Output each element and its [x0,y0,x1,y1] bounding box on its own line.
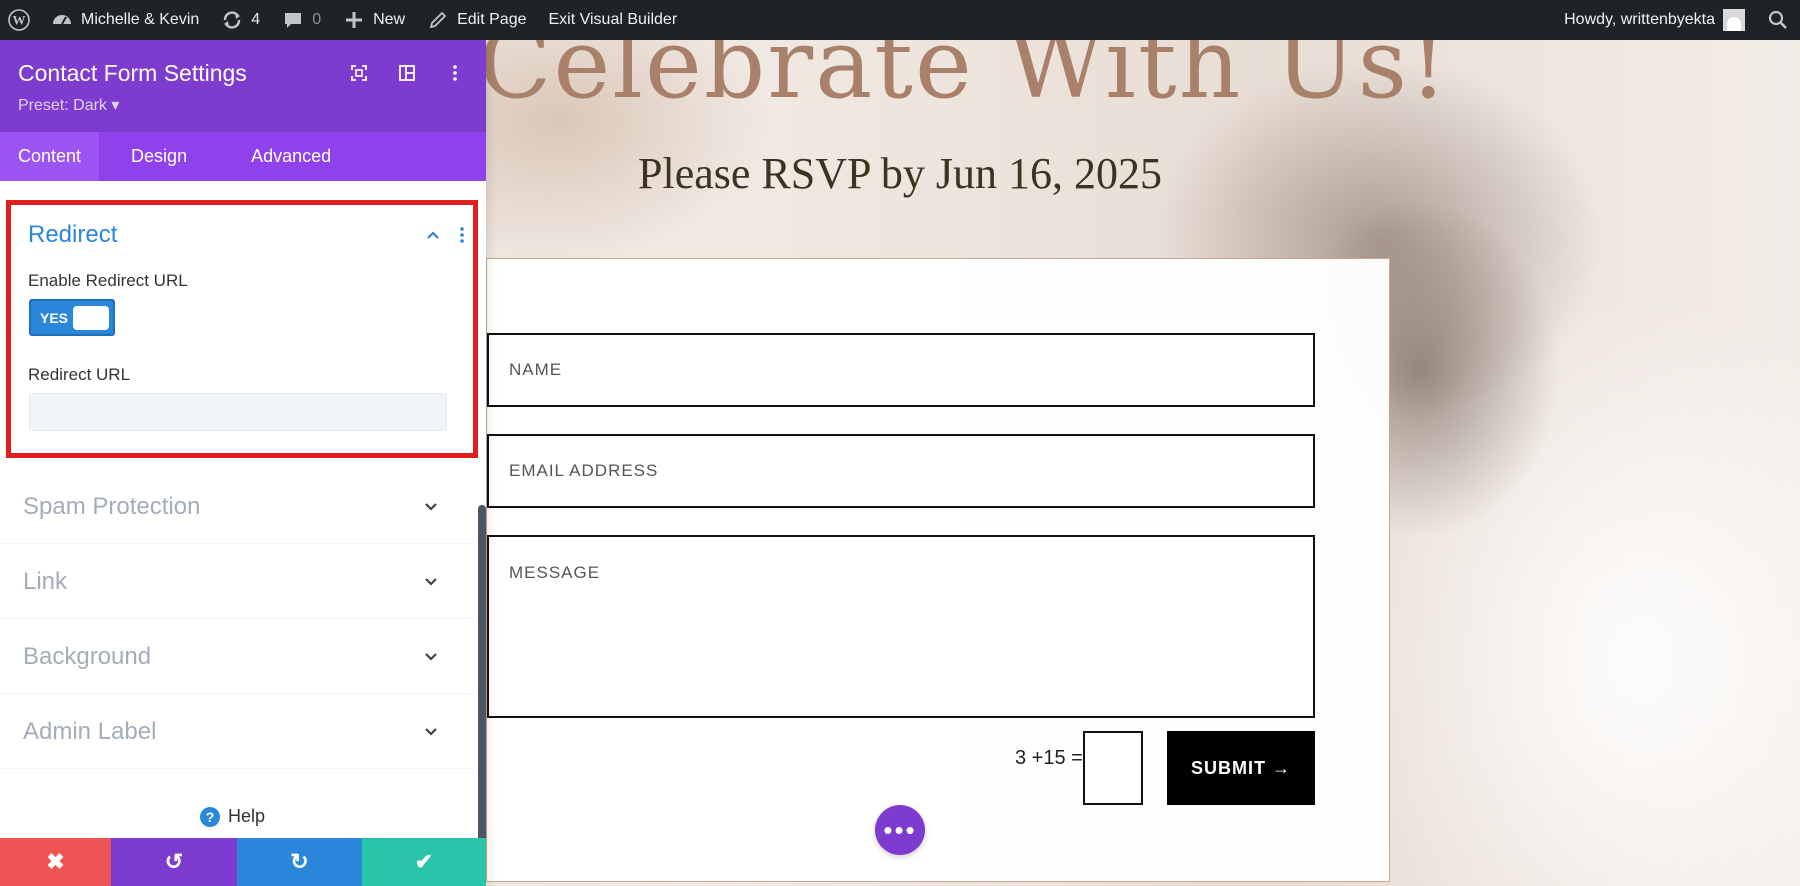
redo-button[interactable]: ↻ [237,838,362,886]
name-field[interactable]: NAME [487,333,1315,407]
new-label: New [373,11,406,28]
tab-advanced[interactable]: Advanced [219,132,363,181]
tab-design[interactable]: Design [99,132,219,181]
updates-count: 4 [251,11,261,28]
cancel-button[interactable]: ✖ [0,838,111,886]
captcha-question: 3 +15 = [1015,747,1083,769]
exit-visual-builder-link[interactable]: Exit Visual Builder [538,0,689,40]
email-placeholder: EMAIL ADDRESS [509,461,659,480]
avatar [1723,9,1745,31]
redirect-section-title[interactable]: Redirect [28,221,117,249]
panel-scrollbar[interactable] [478,505,486,845]
section-background[interactable]: Background [0,619,474,694]
dashboard-icon [53,15,71,25]
help-icon: ? [200,806,220,827]
updates-link[interactable]: 4 [210,0,271,40]
site-name-link[interactable]: Michelle & Kevin [40,0,210,40]
panel-footer: ✖ ↺ ↻ ✔ [0,838,486,886]
admin-bar: W Michelle & Kevin 4 0 New Edit Page Exi… [0,0,1800,40]
name-placeholder: NAME [509,360,563,379]
kebab-icon[interactable] [459,225,465,245]
section-spam-protection[interactable]: Spam Protection [0,469,474,544]
help-link[interactable]: ? Help [200,806,265,827]
comments-link[interactable]: 0 [271,0,332,40]
panel-header: Contact Form Settings Preset: Dark ▾ [0,40,486,132]
wordpress-icon: W [8,9,30,31]
new-content-link[interactable]: New [332,0,416,40]
search-icon [1768,10,1787,29]
exit-label: Exit Visual Builder [548,11,678,28]
enable-redirect-label: Enable Redirect URL [28,271,188,290]
save-button[interactable]: ✔ [362,838,486,886]
kebab-icon[interactable] [446,64,464,82]
tab-content[interactable]: Content [0,132,100,181]
edit-page-label: Edit Page [457,11,527,28]
email-field[interactable]: EMAIL ADDRESS [487,434,1315,508]
submit-button[interactable]: SUBMIT → [1167,731,1315,805]
chevron-down-icon [425,578,437,586]
message-placeholder: MESSAGE [509,563,601,582]
svg-text:W: W [13,13,26,28]
panel-tabs: Content Design Advanced [0,132,486,181]
comments-icon [285,13,302,28]
help-label: Help [228,806,266,826]
plus-icon [346,12,363,28]
redirect-url-input[interactable] [29,393,447,431]
settings-panel: Contact Form Settings Preset: Dark ▾ Con… [0,40,486,886]
site-name: Michelle & Kevin [81,11,200,28]
message-field[interactable]: MESSAGE [487,535,1315,718]
search-button[interactable] [1756,0,1800,40]
section-link[interactable]: Link [0,544,474,619]
toggle-value: YES [40,310,69,326]
pencil-icon [429,11,447,29]
preset-dropdown[interactable]: Preset: Dark ▾ [18,95,119,115]
updates-icon [224,11,241,29]
account-menu[interactable]: Howdy, writtenbyekta [1553,0,1756,40]
section-label: Spam Protection [23,493,201,520]
redirect-section: Redirect Enable Redirect URL YES Redirec… [6,200,478,458]
section-label: Link [23,568,68,595]
rsvp-text: Please RSVP by Jun 16, 2025 [638,149,1162,198]
columns-icon[interactable] [398,64,416,82]
panel-title: Contact Form Settings [18,60,247,86]
comments-count: 0 [312,11,322,28]
chevron-down-icon [425,728,437,736]
enable-redirect-toggle[interactable]: YES [29,299,115,336]
chevron-down-icon [425,653,437,661]
edit-page-link[interactable]: Edit Page [416,0,537,40]
section-admin-label[interactable]: Admin Label [0,694,474,769]
chevron-up-icon[interactable] [425,227,441,243]
wp-logo-menu[interactable]: W [0,0,40,40]
captcha-input[interactable] [1083,731,1143,805]
contact-form: NAME EMAIL ADDRESS MESSAGE 3 +15 = SUBMI… [486,258,1390,882]
toggle-knob [73,306,109,330]
howdy-text: Howdy, writtenbyekta [1564,11,1715,28]
section-label: Admin Label [23,718,157,745]
chevron-down-icon [425,503,437,511]
undo-button[interactable]: ↺ [111,838,237,886]
hero-title: Celebrate With Us! [478,40,1450,120]
section-label: Background [23,643,152,670]
expand-icon[interactable] [350,64,368,82]
builder-options-button[interactable]: ••• [875,805,925,855]
redirect-url-label: Redirect URL [28,365,131,384]
